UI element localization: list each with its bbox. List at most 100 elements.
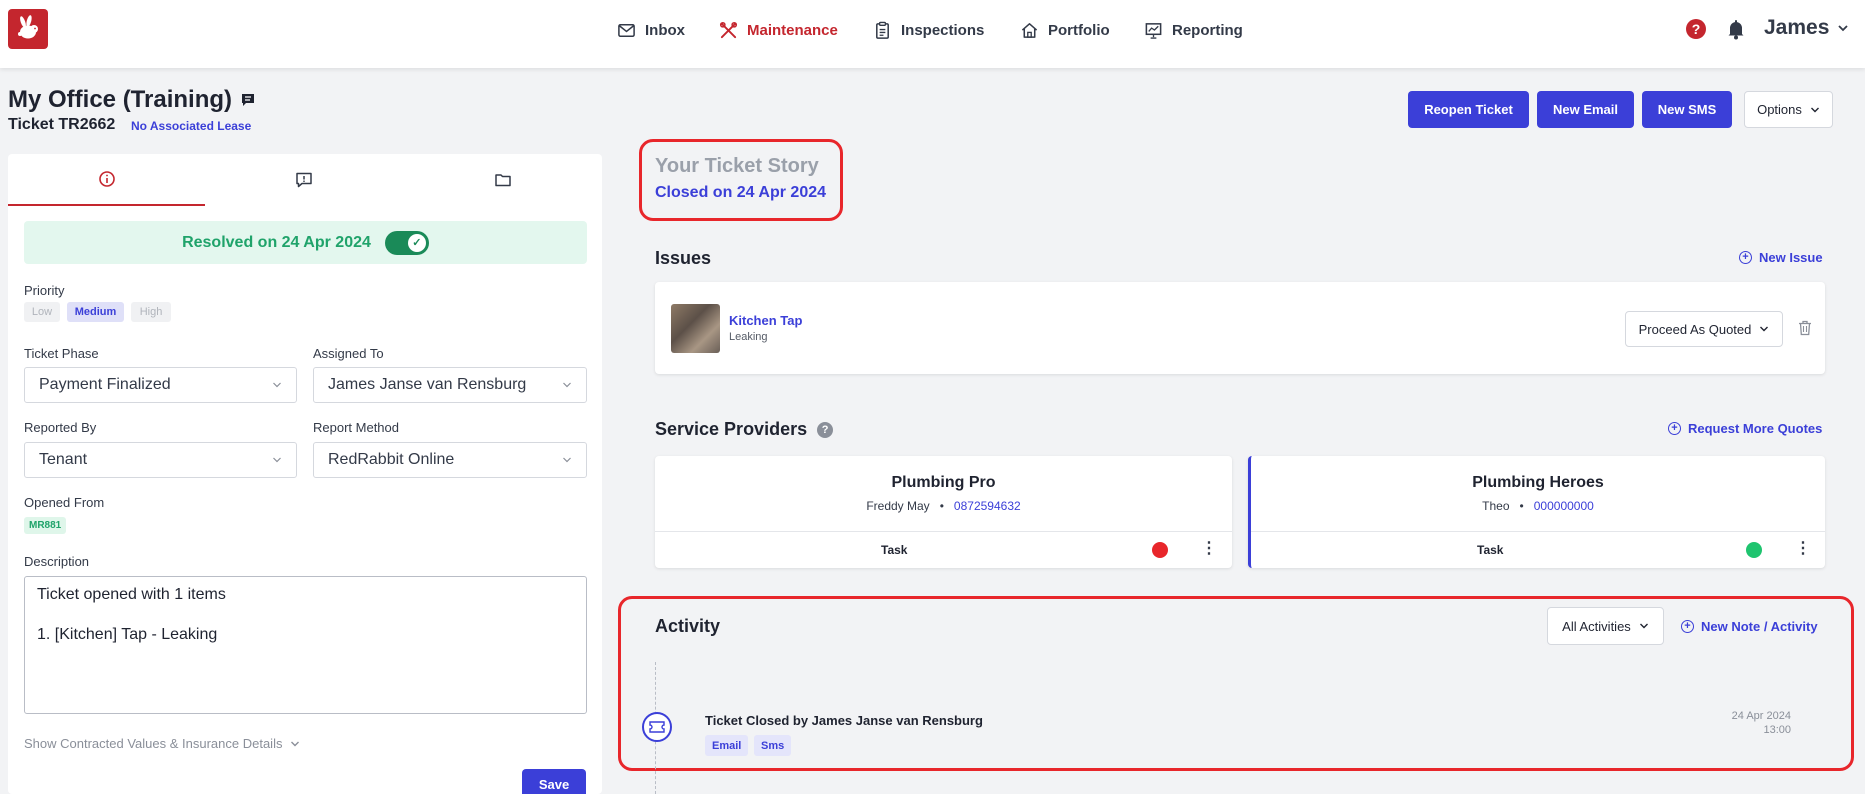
- report-method-label: Report Method: [313, 420, 399, 435]
- redrabbit-logo[interactable]: [8, 9, 48, 49]
- nav-maintenance[interactable]: Maintenance: [719, 18, 838, 42]
- priority-medium[interactable]: Medium: [67, 302, 124, 322]
- resolved-toggle[interactable]: ✓: [384, 230, 429, 255]
- activity-highlight: [618, 596, 1854, 771]
- separator-dot: •: [1512, 499, 1531, 513]
- home-icon: [1021, 22, 1038, 38]
- plus-circle-icon: +: [1739, 251, 1752, 264]
- options-dropdown[interactable]: Options: [1744, 91, 1833, 128]
- service-provider-card[interactable]: Plumbing Heroes Theo • 000000000 Task ⋮: [1248, 456, 1825, 568]
- report-method-select[interactable]: RedRabbit Online: [313, 442, 587, 478]
- description-line: 1. [Kitchen] Tap - Leaking: [37, 626, 218, 643]
- assigned-to-select[interactable]: James Janse van Rensburg: [313, 367, 587, 403]
- story-highlight: [639, 139, 843, 221]
- activity-tag-sms[interactable]: Sms: [754, 735, 792, 756]
- ticket-phase-label: Ticket Phase: [24, 346, 99, 361]
- new-issue-button[interactable]: + New Issue: [1739, 250, 1823, 265]
- new-email-button[interactable]: New Email: [1537, 91, 1634, 128]
- chevron-down-icon: [563, 457, 571, 463]
- more-options-icon[interactable]: ⋮: [1201, 539, 1217, 559]
- show-contracted-values-toggle[interactable]: Show Contracted Values & Insurance Detai…: [24, 736, 300, 751]
- nav-reporting[interactable]: Reporting: [1144, 18, 1243, 42]
- tab-info[interactable]: [8, 154, 205, 206]
- options-label: Options: [1757, 102, 1802, 117]
- ticket-id: Ticket TR2662: [8, 116, 116, 133]
- issue-action-select[interactable]: Proceed As Quoted: [1625, 311, 1783, 347]
- new-note-activity-button[interactable]: + New Note / Activity: [1681, 619, 1818, 634]
- resolved-text: Resolved on 24 Apr 2024: [182, 233, 371, 251]
- provider-phone-link[interactable]: 0872594632: [954, 499, 1021, 513]
- issues-title: Issues: [655, 248, 712, 268]
- provider-task-link[interactable]: Task: [1477, 543, 1503, 557]
- provider-name: Plumbing Pro: [891, 474, 996, 491]
- issue-status: Leaking: [729, 331, 768, 343]
- story-title: Your Ticket Story: [655, 155, 819, 177]
- status-dot: [1152, 542, 1168, 558]
- info-icon: [98, 171, 115, 187]
- tools-icon: [719, 21, 738, 38]
- clipboard-icon: [876, 21, 889, 39]
- status-dot: [1746, 542, 1762, 558]
- opened-from-badge[interactable]: MR881: [24, 517, 67, 534]
- report-method-value: RedRabbit Online: [328, 451, 455, 468]
- description-line: Ticket opened with 1 items: [37, 586, 226, 603]
- ticket-details-panel: Resolved on 24 Apr 2024 ✓ Priority Low M…: [8, 154, 602, 794]
- reported-by-select[interactable]: Tenant: [24, 442, 297, 478]
- nav-inspections[interactable]: Inspections: [873, 18, 984, 42]
- help-icon[interactable]: ?: [1686, 19, 1706, 39]
- new-sms-button[interactable]: New SMS: [1642, 91, 1732, 128]
- provider-contact: Freddy May • 0872594632: [655, 499, 1232, 513]
- tab-files[interactable]: [403, 154, 602, 206]
- provider-phone-link[interactable]: 000000000: [1534, 499, 1594, 513]
- activity-time: 13:00: [1763, 724, 1791, 736]
- reopen-ticket-button[interactable]: Reopen Ticket: [1408, 91, 1529, 128]
- new-note-label: New Note / Activity: [1701, 619, 1818, 634]
- assigned-to-value: James Janse van Rensburg: [328, 376, 527, 393]
- nav-portfolio-label: Portfolio: [1048, 21, 1110, 39]
- activity-entry-text: Ticket Closed by James Janse van Rensbur…: [705, 713, 983, 728]
- ticket-phase-value: Payment Finalized: [39, 376, 171, 393]
- chart-board-icon: [1145, 22, 1162, 39]
- activity-tag-email[interactable]: Email: [705, 735, 749, 756]
- issue-name-link[interactable]: Kitchen Tap: [729, 313, 802, 328]
- chevron-down-icon: [273, 457, 281, 463]
- save-button[interactable]: Save: [522, 769, 586, 794]
- provider-task-link[interactable]: Task: [881, 543, 907, 557]
- ticket-phase-select[interactable]: Payment Finalized: [24, 367, 297, 403]
- user-name: James: [1764, 16, 1830, 39]
- issue-action-value: Proceed As Quoted: [1638, 321, 1752, 337]
- question-icon[interactable]: ?: [817, 421, 834, 438]
- issue-card: Kitchen Tap Leaking Proceed As Quoted: [655, 282, 1825, 374]
- chevron-down-icon: [1639, 623, 1648, 629]
- trash-icon[interactable]: [1798, 320, 1812, 336]
- nav-portfolio[interactable]: Portfolio: [1020, 18, 1110, 42]
- description-textarea[interactable]: Ticket opened with 1 items 1. [Kitchen] …: [24, 576, 587, 714]
- plus-circle-icon: +: [1668, 422, 1681, 435]
- chevron-down-icon: [273, 382, 281, 388]
- page-title-text: My Office (Training): [8, 86, 233, 113]
- chevron-down-icon: [1760, 326, 1769, 332]
- more-options-icon[interactable]: ⋮: [1795, 539, 1811, 559]
- top-navigation-bar: Inbox Maintenance Inspections Portfolio …: [0, 0, 1865, 68]
- request-more-quotes-button[interactable]: + Request More Quotes: [1668, 421, 1822, 436]
- comment-icon[interactable]: [240, 92, 256, 108]
- service-provider-card[interactable]: Plumbing Pro Freddy May • 0872594632 Tas…: [655, 456, 1232, 568]
- service-providers-title: Service Providers: [655, 419, 808, 439]
- message-alert-icon: [296, 172, 312, 188]
- divider: [655, 531, 1232, 532]
- priority-low[interactable]: Low: [24, 302, 60, 322]
- activity-title: Activity: [655, 616, 721, 636]
- bell-icon[interactable]: [1725, 18, 1747, 40]
- no-associated-lease-link[interactable]: No Associated Lease: [131, 119, 251, 133]
- chevron-down-icon: [1838, 25, 1849, 32]
- issue-thumbnail[interactable]: [671, 304, 720, 353]
- service-providers-header: Service Providers ?: [655, 419, 834, 440]
- tab-messages[interactable]: [205, 154, 403, 206]
- nav-inbox[interactable]: Inbox: [617, 18, 685, 42]
- description-label: Description: [24, 554, 90, 569]
- priority-high[interactable]: High: [131, 302, 171, 322]
- user-menu[interactable]: James: [1764, 16, 1849, 40]
- activity-filter-select[interactable]: All Activities: [1547, 607, 1664, 645]
- story-closed-date: Closed on 24 Apr 2024: [655, 184, 827, 201]
- activity-date: 24 Apr 2024: [1731, 710, 1791, 722]
